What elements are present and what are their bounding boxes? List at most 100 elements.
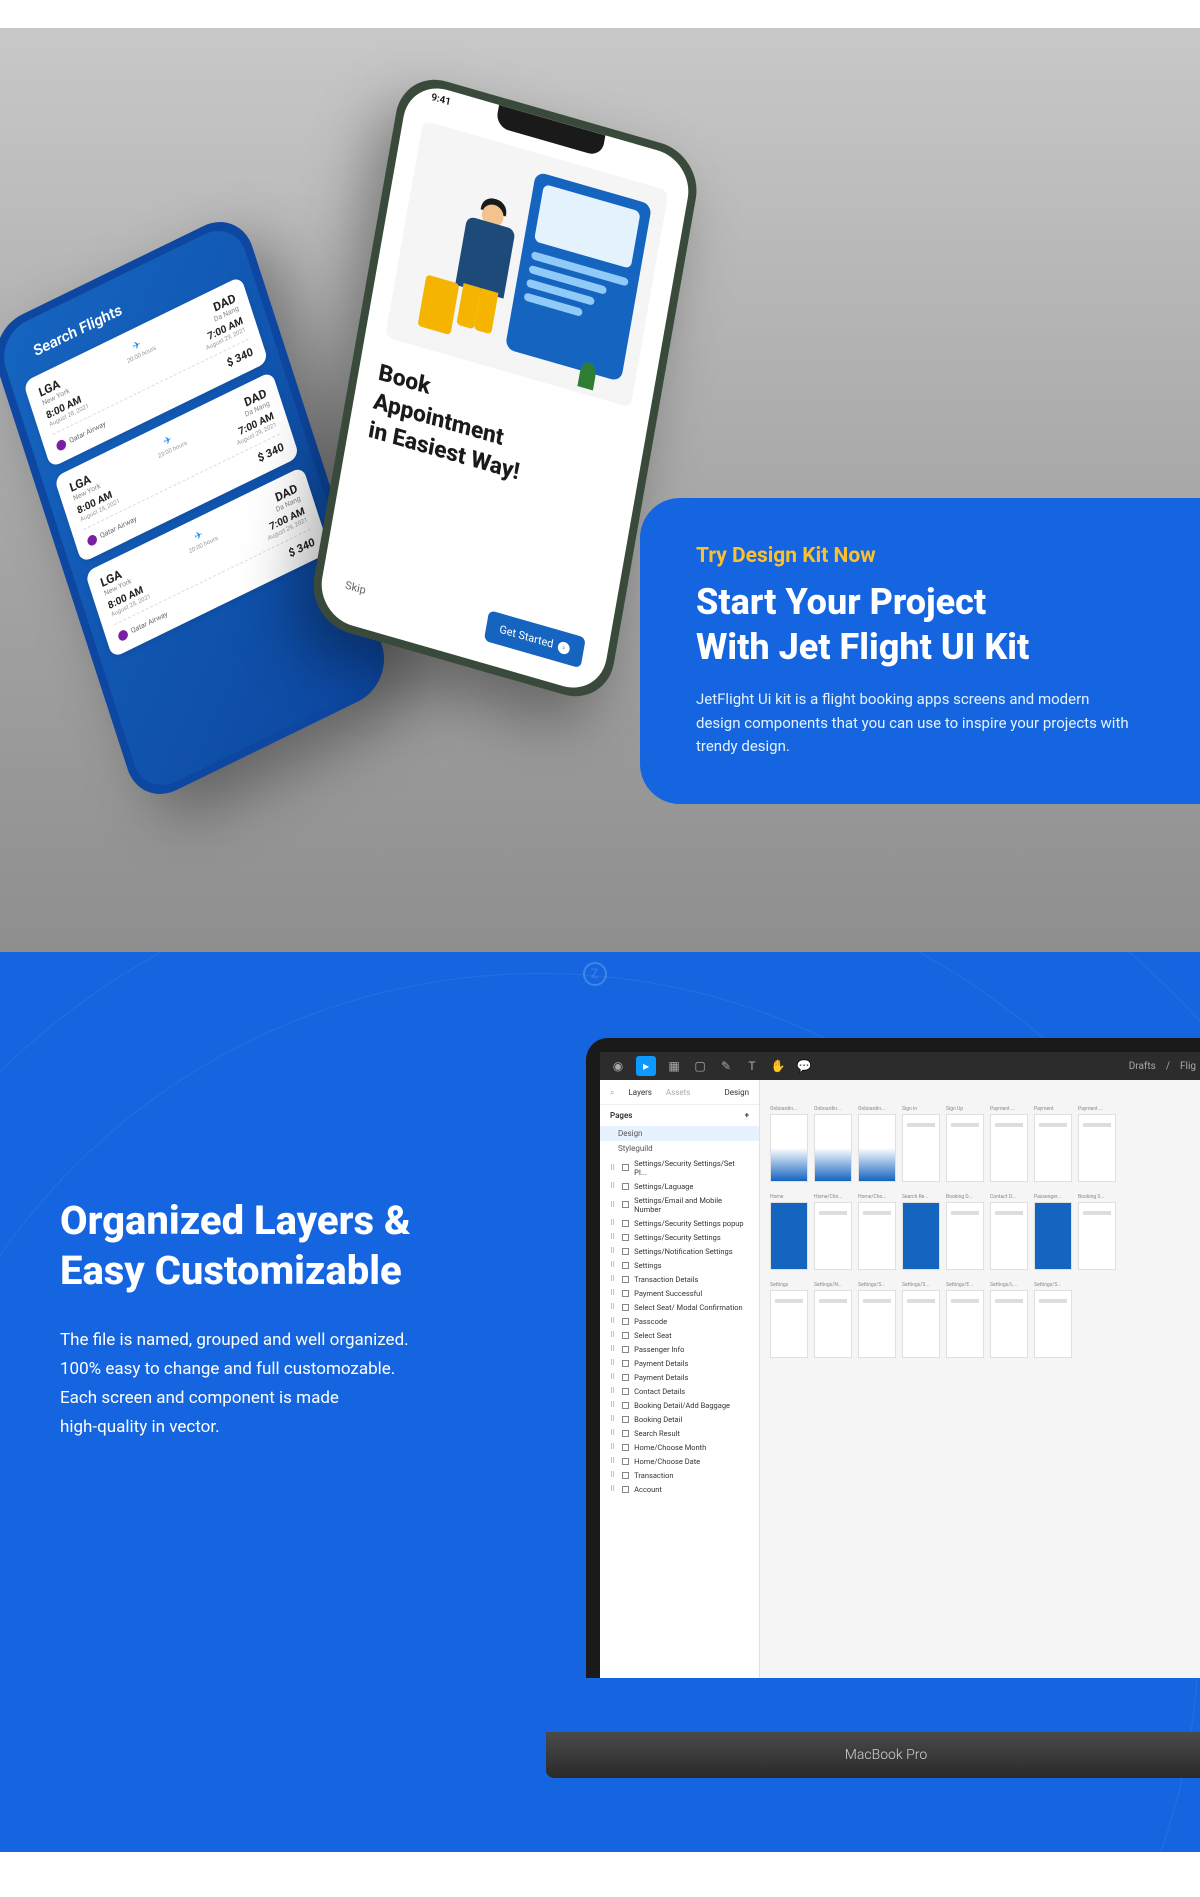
layer-item[interactable]: ⠿Settings/Email and Mobile Number <box>600 1193 759 1216</box>
frame-label: Payment <box>1034 1106 1054 1112</box>
comment-tool-icon[interactable]: 💬 <box>796 1058 812 1074</box>
figma-frame[interactable] <box>1034 1114 1072 1182</box>
layer-item[interactable]: ⠿Payment Details <box>600 1356 759 1370</box>
section-body: The file is named, grouped and well orga… <box>60 1326 411 1442</box>
figma-frame[interactable] <box>814 1114 852 1182</box>
get-started-button[interactable]: Get Started › <box>483 610 585 668</box>
frame-label: Passenger... <box>1034 1194 1061 1200</box>
layer-item[interactable]: ⠿Payment Successful <box>600 1286 759 1300</box>
figma-frame[interactable] <box>902 1202 940 1270</box>
figma-logo-icon[interactable]: ◉ <box>610 1058 626 1074</box>
page-dropdown[interactable]: Design <box>725 1088 749 1098</box>
pages-heading: Pages <box>610 1111 632 1120</box>
laptop-mockup: ◉ ▸ ▦ ▢ ✎ T ✋ 💬 Drafts / Flig ⌕ <box>586 1038 1200 1778</box>
organized-section: Z Organized Layers &Easy Customizable Th… <box>0 952 1200 1852</box>
pen-tool-icon[interactable]: ✎ <box>718 1058 734 1074</box>
figma-canvas[interactable]: Onboardin...Onboardin...Onboardin...Sign… <box>760 1080 1200 1678</box>
frame-label: Settings/L... <box>990 1282 1017 1288</box>
figma-frame[interactable] <box>814 1290 852 1358</box>
page-item[interactable]: Styleguild <box>600 1141 759 1156</box>
add-page-icon[interactable]: + <box>745 1111 749 1120</box>
layer-item[interactable]: ⠿Settings/Notification Settings <box>600 1244 759 1258</box>
hand-tool-icon[interactable]: ✋ <box>770 1058 786 1074</box>
page-item[interactable]: Design <box>600 1126 759 1141</box>
layer-item[interactable]: ⠿Booking Detail <box>600 1412 759 1426</box>
figma-frame[interactable] <box>990 1290 1028 1358</box>
layer-item[interactable]: ⠿Transaction Details <box>600 1272 759 1286</box>
layer-item[interactable]: ⠿Transaction <box>600 1468 759 1482</box>
figma-frame[interactable] <box>770 1114 808 1182</box>
arrow-right-icon: › <box>557 640 571 655</box>
frame-label: Home <box>770 1194 783 1200</box>
layer-item[interactable]: ⠿Search Result <box>600 1426 759 1440</box>
shape-tool-icon[interactable]: ▢ <box>692 1058 708 1074</box>
cta-eyebrow: Try Design Kit Now <box>696 544 1160 568</box>
cta-title: Start Your ProjectWith Jet Flight UI Kit <box>696 580 1160 670</box>
frame-label: Settings <box>770 1282 788 1288</box>
figma-toolbar: ◉ ▸ ▦ ▢ ✎ T ✋ 💬 Drafts / Flig <box>600 1052 1200 1080</box>
search-icon[interactable]: ⌕ <box>610 1088 614 1098</box>
frame-label: Onboardin... <box>814 1106 841 1112</box>
skip-button[interactable]: Skip <box>344 578 367 597</box>
figma-frame[interactable] <box>1034 1290 1072 1358</box>
figma-frame[interactable] <box>858 1114 896 1182</box>
onboarding-illustration <box>385 120 669 407</box>
drafts-label[interactable]: Drafts <box>1129 1061 1156 1072</box>
frame-label: Payment ... <box>1078 1106 1103 1112</box>
hero-section: Search Flights LGANew York ✈20:00 hours … <box>0 28 1200 952</box>
frame-label: Settings/E... <box>946 1282 973 1288</box>
figma-frame[interactable] <box>946 1202 984 1270</box>
layer-item[interactable]: ⠿Settings/Security Settings <box>600 1230 759 1244</box>
figma-frame[interactable] <box>1078 1202 1116 1270</box>
layer-item[interactable]: ⠿Booking Detail/Add Baggage <box>600 1398 759 1412</box>
figma-frame[interactable] <box>858 1290 896 1358</box>
figma-frame[interactable] <box>814 1202 852 1270</box>
text-tool-icon[interactable]: T <box>744 1058 760 1074</box>
figma-frame[interactable] <box>770 1290 808 1358</box>
figma-layers-panel: ⌕ Layers Assets Design Pages + Design Sty… <box>600 1080 760 1678</box>
frame-label: Search Re... <box>902 1194 928 1200</box>
assets-tab[interactable]: Assets <box>666 1088 690 1098</box>
figma-frame[interactable] <box>1078 1114 1116 1182</box>
file-name[interactable]: Flig <box>1180 1061 1196 1072</box>
layers-tab[interactable]: Layers <box>628 1088 651 1098</box>
layer-item[interactable]: ⠿Settings <box>600 1258 759 1272</box>
layer-item[interactable]: ⠿Select Seat/ Modal Confirmation <box>600 1300 759 1314</box>
figma-frame[interactable] <box>858 1202 896 1270</box>
laptop-brand: MacBook Pro <box>845 1747 927 1763</box>
laptop-base: MacBook Pro <box>546 1732 1200 1778</box>
figma-frame[interactable] <box>770 1202 808 1270</box>
frame-tool-icon[interactable]: ▦ <box>666 1058 682 1074</box>
frame-label: Sign in <box>902 1106 917 1112</box>
layer-item[interactable]: ⠿Home/Choose Month <box>600 1440 759 1454</box>
layer-item[interactable]: ⠿Contact Details <box>600 1384 759 1398</box>
layer-item[interactable]: ⠿Passcode <box>600 1314 759 1328</box>
frame-label: Settings/N... <box>814 1282 842 1288</box>
cta-body: JetFlight Ui kit is a flight booking app… <box>696 688 1136 758</box>
watermark: Z <box>583 962 617 986</box>
figma-frame[interactable] <box>990 1114 1028 1182</box>
frame-label: Onboardin... <box>858 1106 885 1112</box>
frame-label: Settings/S... <box>858 1282 885 1288</box>
figma-frame[interactable] <box>990 1202 1028 1270</box>
layer-item[interactable]: ⠿Select Seat <box>600 1328 759 1342</box>
layer-item[interactable]: ⠿Home/Choose Date <box>600 1454 759 1468</box>
figma-frame[interactable] <box>902 1114 940 1182</box>
layer-item[interactable]: ⠿Passenger Info <box>600 1342 759 1356</box>
status-time: 9:41 <box>430 92 451 108</box>
layer-item[interactable]: ⠿Settings/Security Settings/Set PI... <box>600 1156 759 1179</box>
frame-label: Settings/S... <box>902 1282 929 1288</box>
move-tool-icon[interactable]: ▸ <box>636 1056 656 1076</box>
layer-item[interactable]: ⠿Account <box>600 1482 759 1496</box>
layer-item[interactable]: ⠿Settings/Laguage <box>600 1179 759 1193</box>
figma-frame[interactable] <box>902 1290 940 1358</box>
figma-frame[interactable] <box>946 1114 984 1182</box>
frame-label: Home/Cho... <box>858 1194 886 1200</box>
layer-item[interactable]: ⠿Payment Details <box>600 1370 759 1384</box>
figma-frame[interactable] <box>946 1290 984 1358</box>
figma-frame[interactable] <box>1034 1202 1072 1270</box>
layer-item[interactable]: ⠿Settings/Security Settings popup <box>600 1216 759 1230</box>
frame-label: Booking D... <box>946 1194 972 1200</box>
frame-label: Home/Cho... <box>814 1194 842 1200</box>
watermark-badge-icon: Z <box>583 962 607 986</box>
